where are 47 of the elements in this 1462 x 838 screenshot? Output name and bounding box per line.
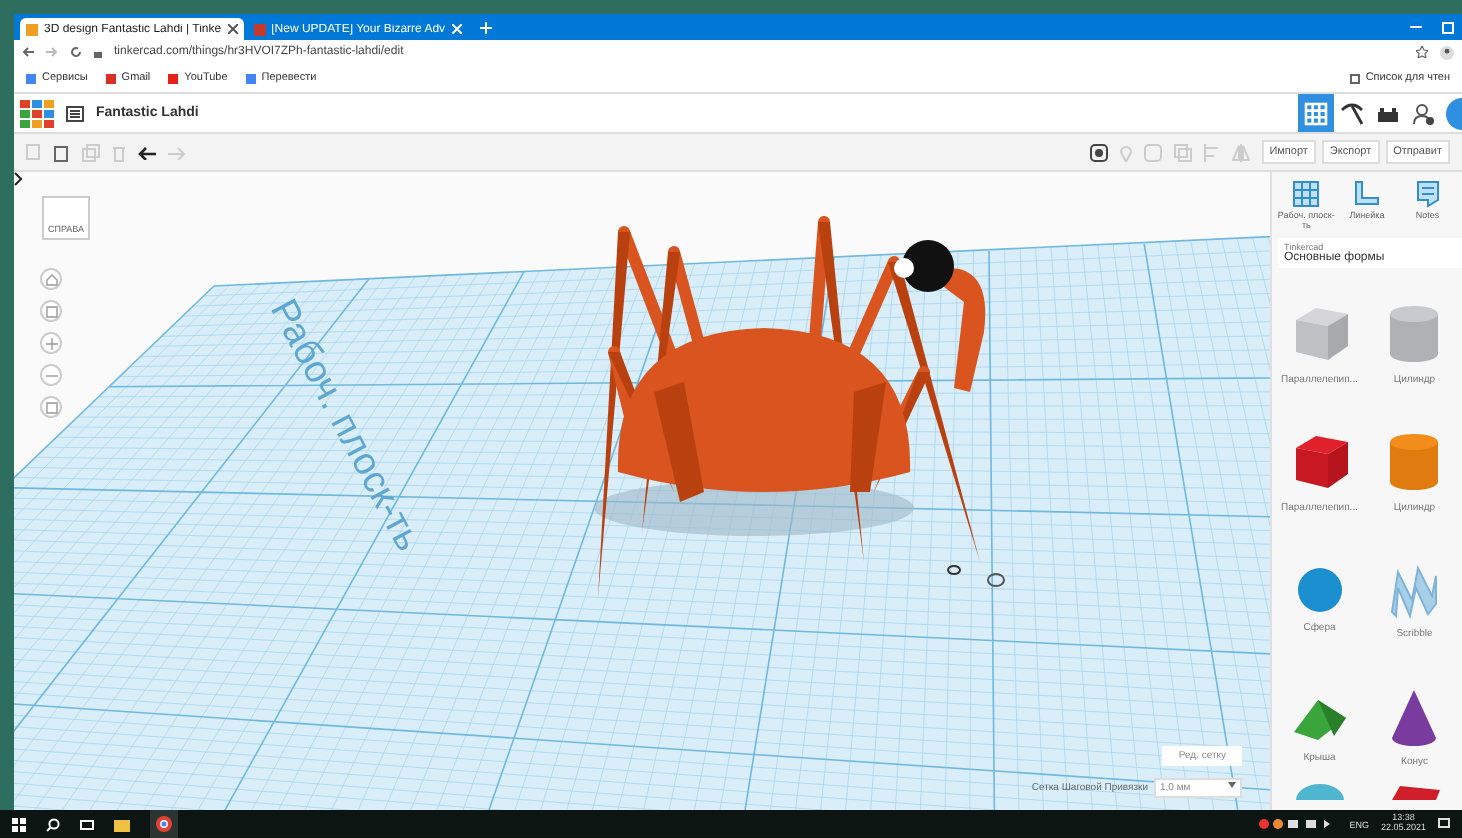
browser-icon[interactable] [156,816,172,832]
minimize-icon[interactable] [1410,25,1422,29]
favicon-icon [253,23,266,35]
app-logo[interactable] [20,99,54,127]
lock-icon [94,47,102,57]
notification-icon[interactable] [1438,818,1450,830]
undo-icon[interactable] [138,145,156,159]
profile-icon[interactable] [1440,45,1454,59]
search-icon[interactable] [46,817,60,831]
cone-shape-icon[interactable] [1388,687,1441,748]
reading-list-icon [1349,73,1360,83]
bookmark-icon [105,73,116,83]
caret-icon [1228,782,1236,788]
task-view-icon[interactable] [80,817,94,831]
light-icon[interactable] [1089,143,1108,161]
perspective-icon [45,401,57,413]
home-icon [45,273,57,285]
start-icon[interactable] [12,817,26,831]
spider-model-drawing[interactable] [594,216,986,598]
zoom-out-icon [45,369,57,381]
workplane-icon[interactable] [1292,180,1321,208]
pickaxe-icon [1340,101,1364,125]
bookmark-icon [168,73,179,83]
folder-icon[interactable] [114,817,130,831]
text-shape-icon[interactable] [1388,783,1441,800]
zoom-in-icon [45,337,57,349]
collapse-panel-icon[interactable] [14,172,22,186]
fit-icon [45,305,57,317]
bookmark-icon [26,73,36,83]
bookmark-icon [245,73,256,83]
menu-icon[interactable] [66,105,84,121]
close-icon[interactable] [227,24,238,34]
reload-icon[interactable] [70,46,82,58]
sphere-shape-icon[interactable] [1295,565,1344,614]
rotate-handle-icon[interactable] [947,565,1005,587]
notes-icon[interactable] [1415,180,1440,208]
ruler-icon[interactable] [1352,180,1381,208]
maximize-icon[interactable] [1442,21,1454,33]
home-button[interactable] [40,268,62,290]
favicon-icon [26,23,38,35]
back-icon[interactable] [22,46,34,58]
grid-icon [1304,101,1328,125]
new-tab-icon[interactable] [479,21,492,33]
star-icon[interactable] [1416,46,1428,58]
paste-icon[interactable] [54,143,70,161]
user-add-icon[interactable] [1412,101,1436,125]
cylinder-shape-icon[interactable] [1386,429,1443,494]
